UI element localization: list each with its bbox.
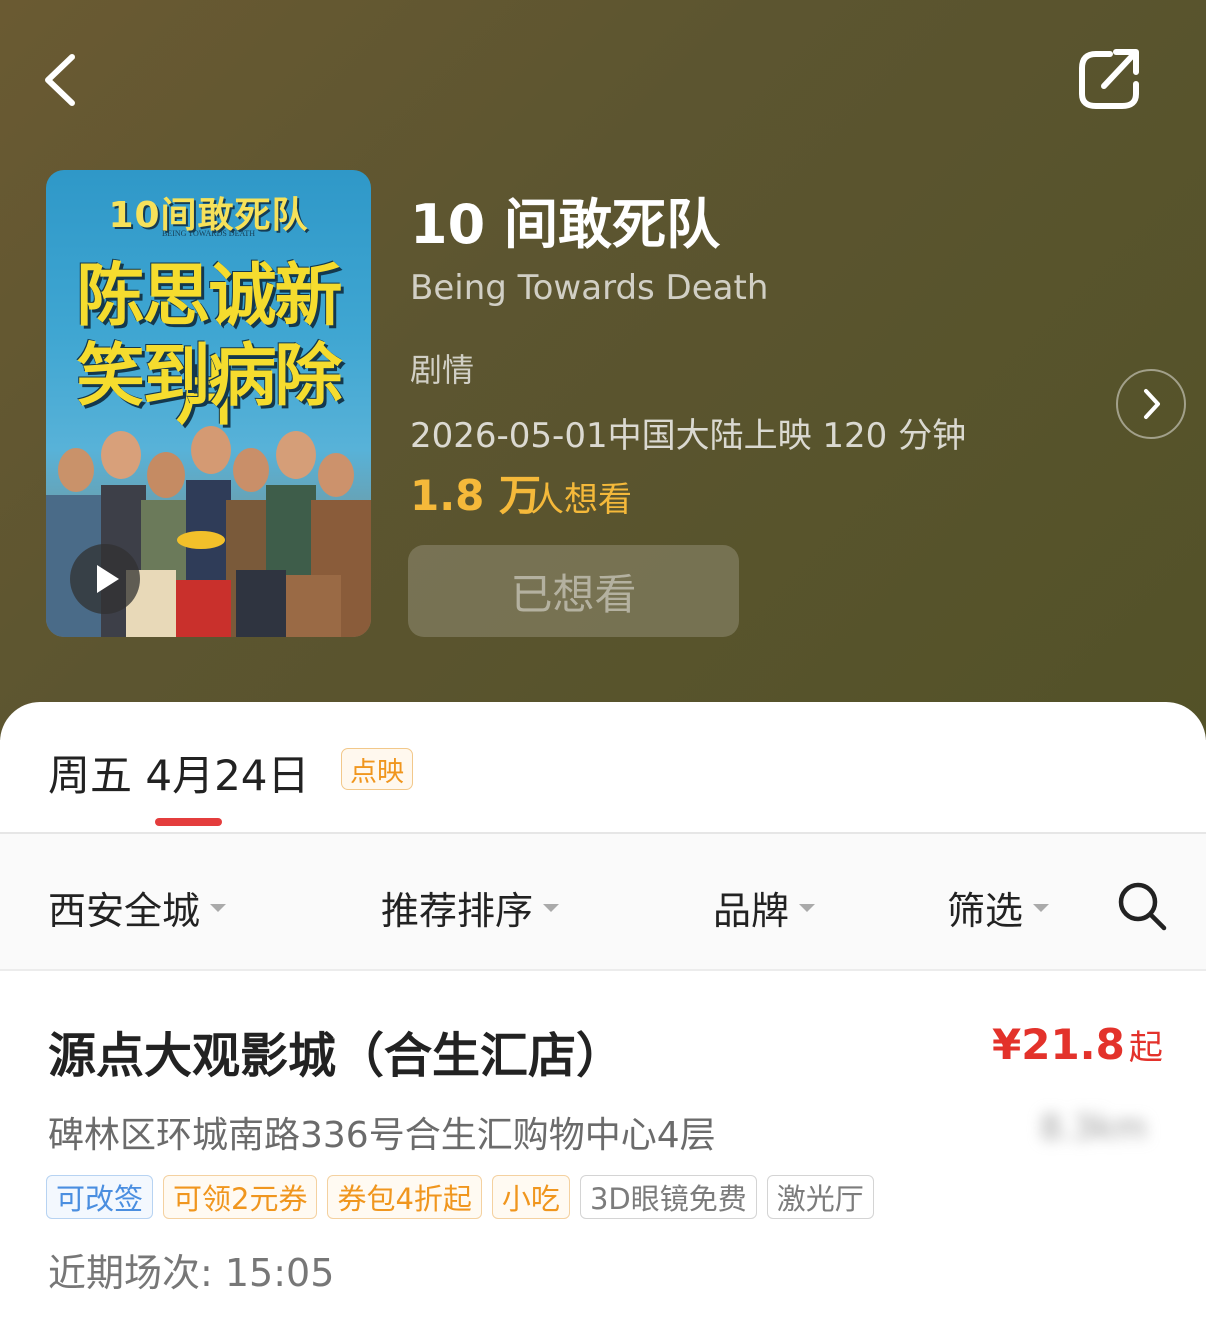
filter-more-label: 筛选 — [947, 889, 1024, 933]
search-icon — [1118, 882, 1167, 931]
filter-city[interactable]: 西安全城 — [48, 880, 227, 935]
tag-3d-glasses: 3D眼镜免费 — [579, 1175, 757, 1219]
play-trailer-button[interactable] — [70, 544, 140, 614]
filter-sort[interactable]: 推荐排序 — [381, 880, 560, 935]
cinema-price: ¥21.8 起 — [992, 1020, 1163, 1069]
search-button[interactable] — [1112, 876, 1172, 936]
price-suffix: 起 — [1128, 1028, 1163, 1068]
date-tab[interactable]: 周五 4月24日 — [48, 742, 310, 803]
want-label: 人想看 — [530, 480, 632, 520]
poster-logo-sub: BEING TOWARDS DEATH — [161, 229, 256, 238]
tag-snacks: 小吃 — [491, 1175, 570, 1219]
cinema-tags: 可改签 可领2元券 券包4折起 小吃 3D眼镜免费 激光厅 — [46, 1175, 874, 1219]
caret-down-icon — [799, 903, 816, 912]
cinema-name[interactable]: 源点大观影城（合生汇店） — [48, 1016, 624, 1086]
back-button[interactable] — [30, 45, 90, 115]
divider — [0, 969, 1206, 971]
caret-down-icon — [1033, 903, 1050, 912]
want-count: 1.8 万 — [410, 471, 542, 520]
price-value: ¥21.8 — [992, 1020, 1125, 1069]
movie-poster[interactable]: 10间敢死队 BEING TOWARDS DEATH 陈思诚新片 笑到病除 — [46, 170, 371, 637]
tag-coupon: 可领2元券 — [163, 1175, 318, 1219]
tag-refundable: 可改签 — [46, 1175, 154, 1219]
caret-down-icon — [210, 903, 227, 912]
tag-laser-hall: 激光厅 — [766, 1175, 874, 1219]
movie-title: 10 间敢死队 — [410, 193, 720, 256]
preview-badge: 点映 — [341, 748, 413, 790]
filter-brand-label: 品牌 — [713, 889, 790, 933]
active-tab-indicator — [155, 818, 222, 826]
want-to-watch-button[interactable]: 已想看 — [408, 545, 739, 637]
cinema-distance: 8.3km — [1040, 1108, 1147, 1148]
filter-sort-label: 推荐排序 — [381, 889, 534, 933]
movie-detail-button[interactable] — [1116, 369, 1186, 439]
filter-city-label: 西安全城 — [48, 889, 201, 933]
movie-english-title: Being Towards Death — [410, 268, 769, 308]
chevron-left-icon — [45, 54, 75, 106]
movie-genre: 剧情 — [410, 351, 475, 389]
share-button[interactable] — [1070, 40, 1150, 120]
share-icon — [1079, 49, 1139, 109]
filter-brand[interactable]: 品牌 — [713, 880, 816, 935]
filter-more[interactable]: 筛选 — [947, 880, 1050, 935]
caret-down-icon — [543, 903, 560, 912]
cinema-address: 碑林区环城南路336号合生汇购物中心4层 — [48, 1115, 716, 1156]
chevron-right-icon — [1144, 389, 1160, 419]
recent-showtime: 近期场次: 15:05 — [48, 1251, 335, 1295]
tag-voucher-pack: 券包4折起 — [327, 1175, 482, 1219]
movie-release-info: 2026-05-01中国大陆上映 120 分钟 — [410, 416, 967, 456]
